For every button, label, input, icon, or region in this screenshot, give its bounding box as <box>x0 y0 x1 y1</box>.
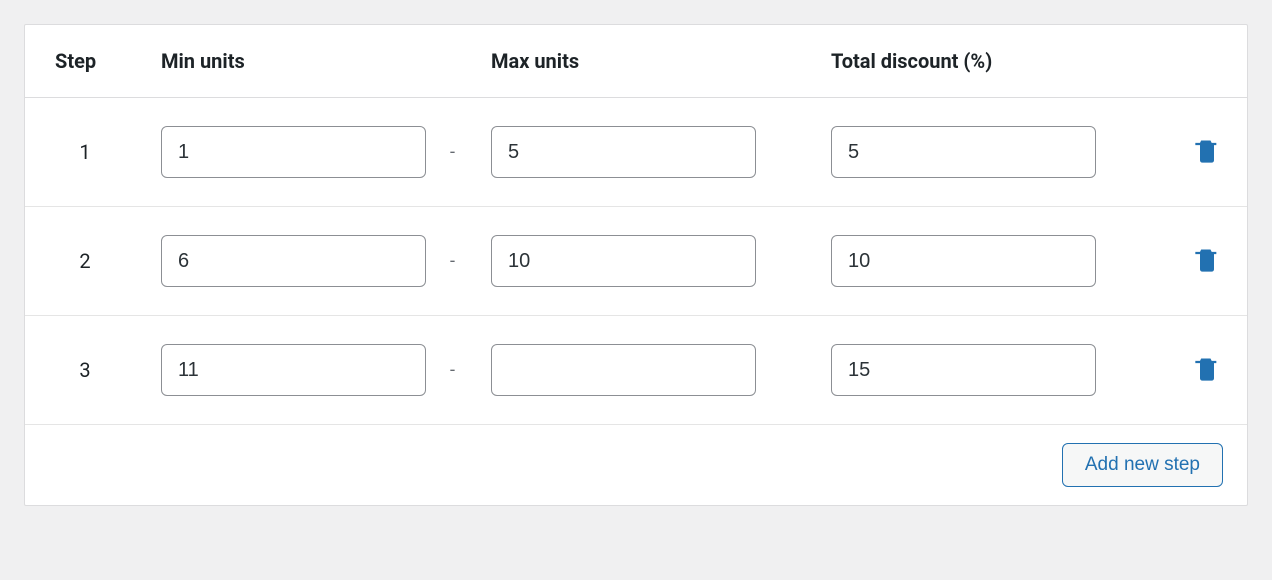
header-max-units: Max units <box>475 25 815 98</box>
table-row: 1 - <box>25 98 1247 207</box>
range-separator: - <box>450 360 455 381</box>
discount-input[interactable] <box>831 235 1096 287</box>
max-units-input[interactable] <box>491 126 756 178</box>
step-number: 3 <box>25 316 145 425</box>
step-number: 1 <box>25 98 145 207</box>
header-total-discount: Total discount (%) <box>815 25 1167 98</box>
table-row: 2 - <box>25 207 1247 316</box>
trash-icon <box>1193 137 1221 168</box>
max-units-input[interactable] <box>491 235 756 287</box>
min-units-input[interactable] <box>161 235 426 287</box>
range-separator: - <box>450 251 455 272</box>
range-separator: - <box>450 142 455 163</box>
discount-steps-panel: Step Min units Max units Total discount … <box>24 24 1248 506</box>
delete-step-button[interactable] <box>1189 242 1225 281</box>
trash-icon <box>1193 355 1221 386</box>
add-new-step-button[interactable]: Add new step <box>1062 443 1223 487</box>
header-step: Step <box>25 25 145 98</box>
header-actions <box>1167 25 1247 98</box>
discount-input[interactable] <box>831 126 1096 178</box>
delete-step-button[interactable] <box>1189 351 1225 390</box>
table-row: 3 - <box>25 316 1247 425</box>
table-footer-row: Add new step <box>25 425 1247 506</box>
table-header-row: Step Min units Max units Total discount … <box>25 25 1247 98</box>
step-number: 2 <box>25 207 145 316</box>
max-units-input[interactable] <box>491 344 756 396</box>
header-min-units: Min units <box>145 25 475 98</box>
min-units-input[interactable] <box>161 344 426 396</box>
delete-step-button[interactable] <box>1189 133 1225 172</box>
discount-input[interactable] <box>831 344 1096 396</box>
min-units-input[interactable] <box>161 126 426 178</box>
trash-icon <box>1193 246 1221 277</box>
discount-steps-table: Step Min units Max units Total discount … <box>25 25 1247 505</box>
